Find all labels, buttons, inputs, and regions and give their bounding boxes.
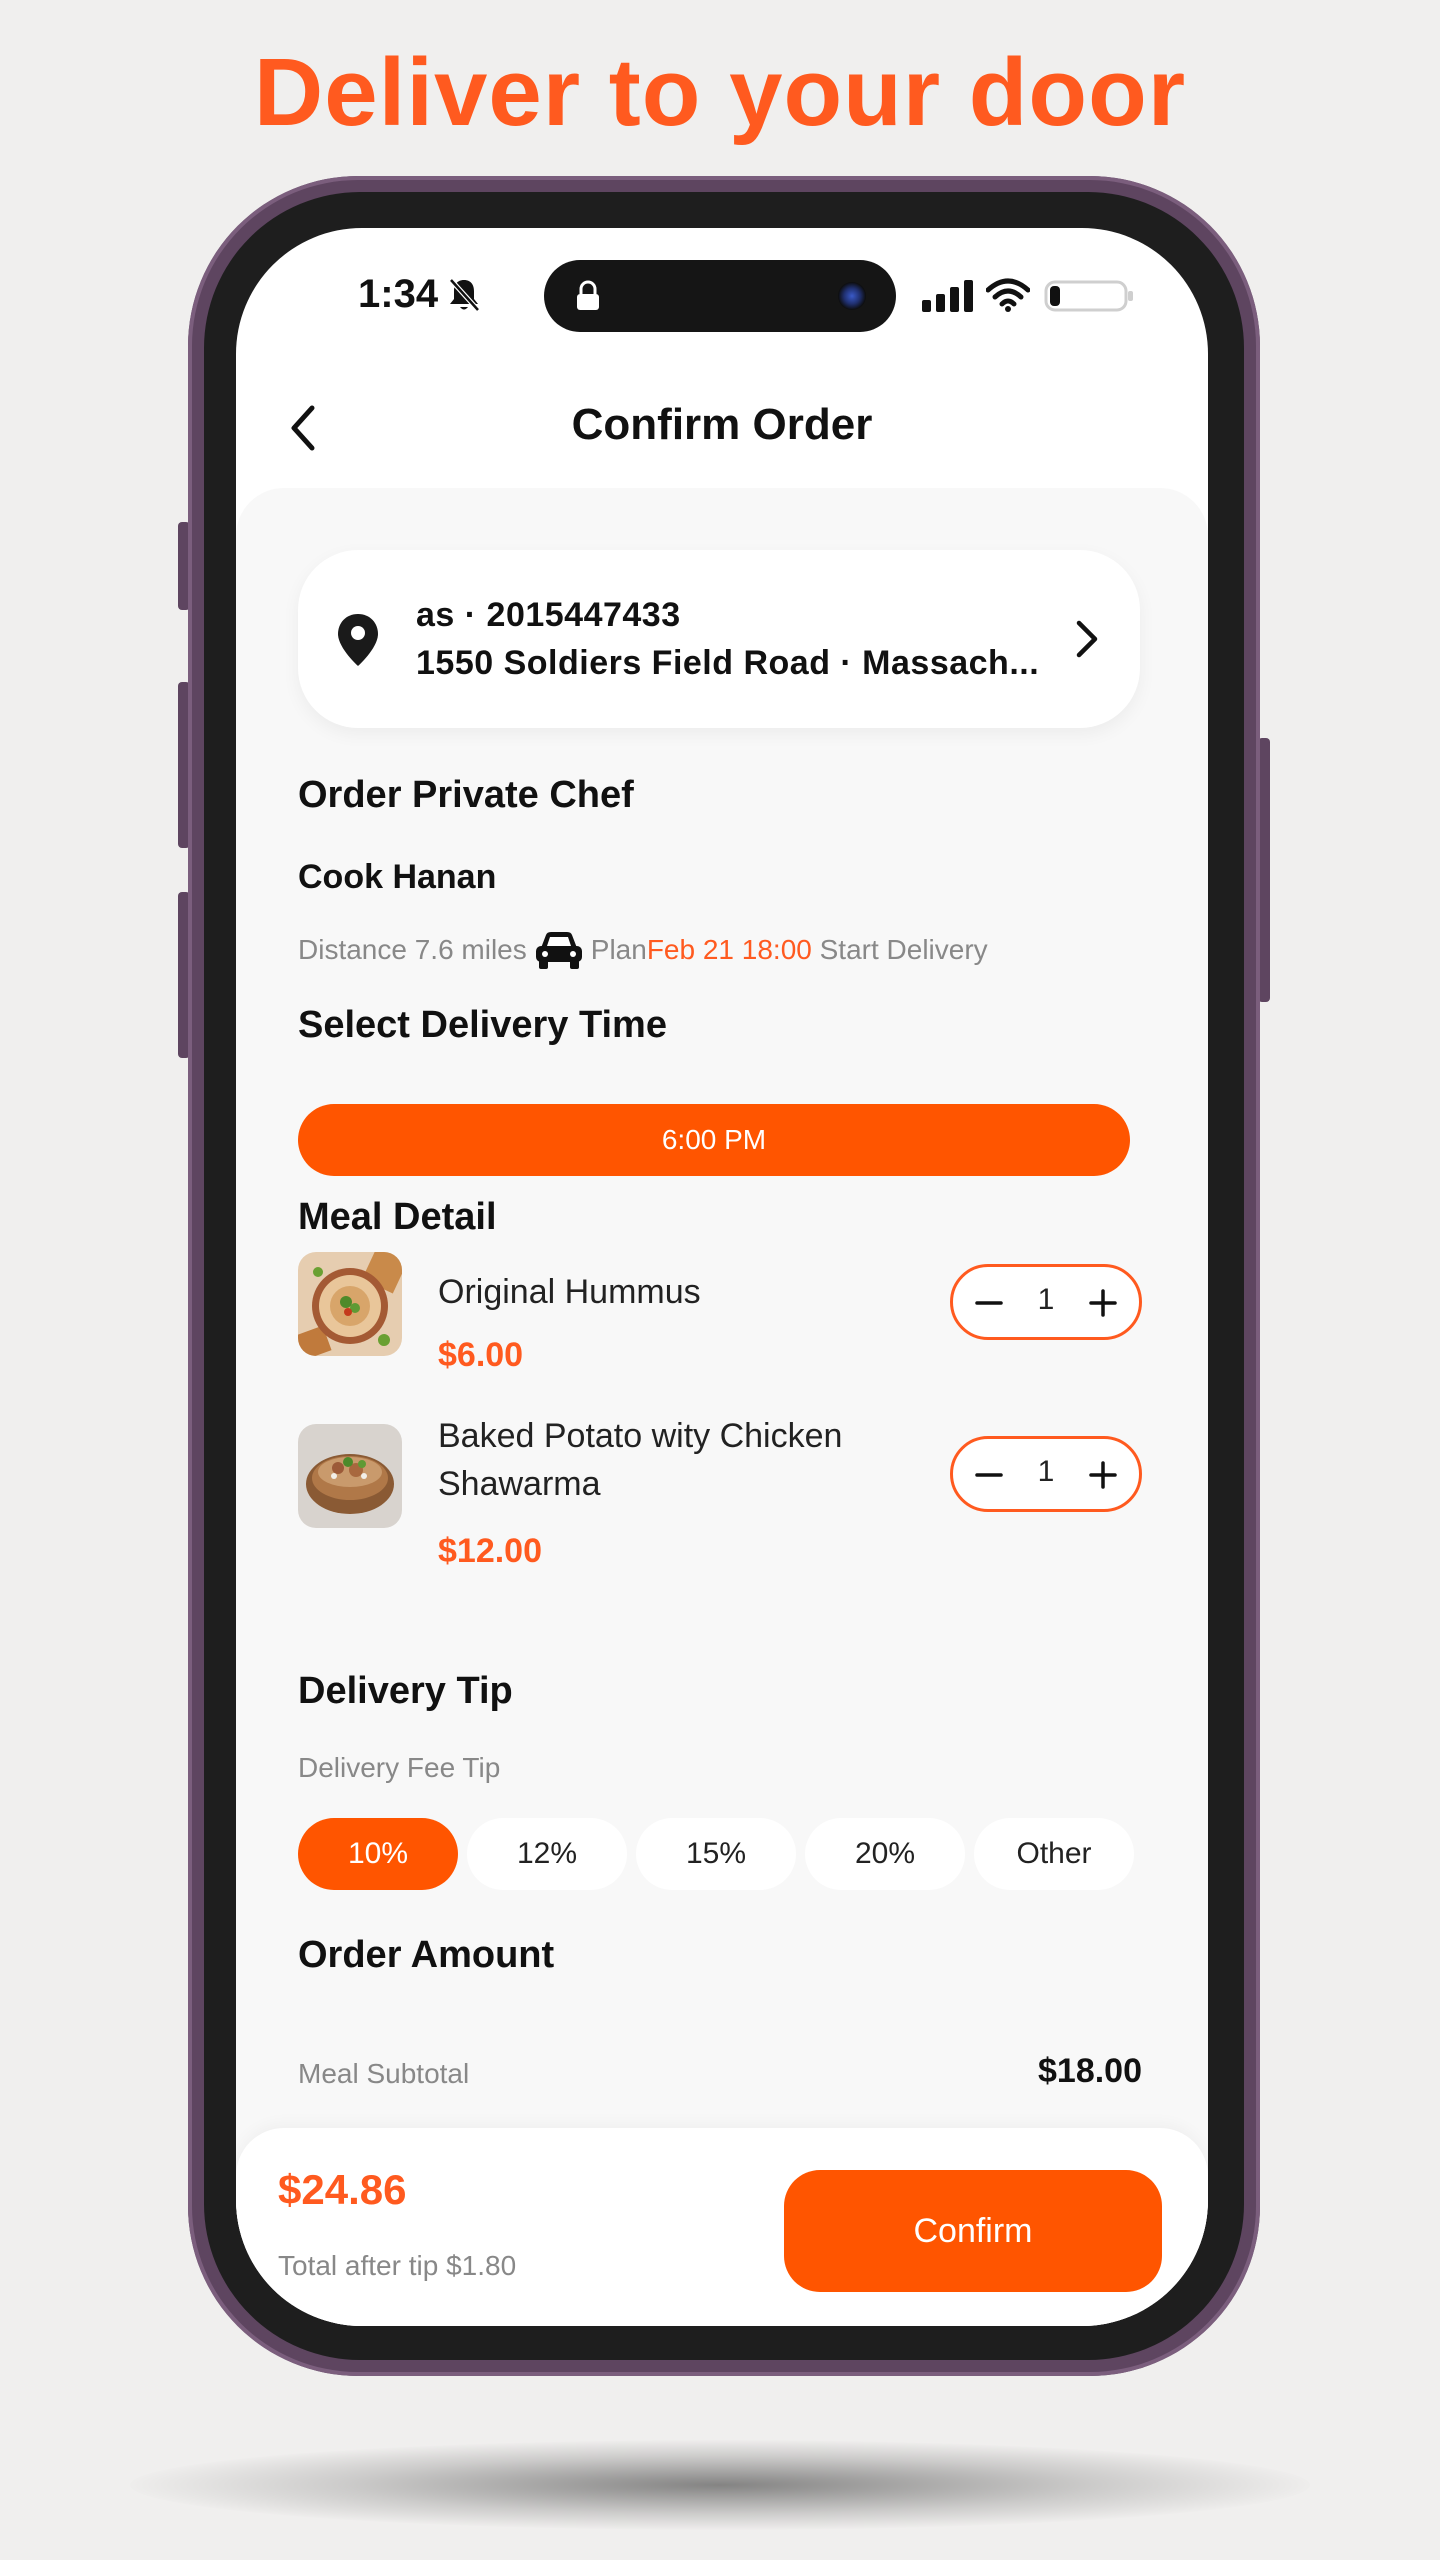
delivery-info-line: Distance 7.6 miles Plan Feb 21 18:00 Star… <box>298 928 988 972</box>
distance-text: Distance 7.6 miles <box>298 934 527 965</box>
status-time: 1:34 <box>358 272 439 316</box>
phone-shadow <box>130 2440 1310 2530</box>
meal-item-price: $12.00 <box>438 1532 542 1570</box>
plus-icon[interactable] <box>1085 1285 1121 1321</box>
plan-time: Feb 21 18:00 <box>646 934 812 965</box>
quantity-stepper: 1 <box>950 1436 1142 1512</box>
total-amount: $24.86 <box>278 2166 407 2213</box>
delivery-tip-subtitle: Delivery Fee Tip <box>298 1752 501 1783</box>
confirm-button[interactable]: Confirm <box>784 2170 1162 2292</box>
hummus-image <box>298 1252 402 1356</box>
wifi-icon <box>986 278 1030 312</box>
meal-detail-heading: Meal Detail <box>298 1196 497 1238</box>
potato-image <box>298 1424 402 1528</box>
address-street: 1550 Soldiers Field Road · Massach... <box>416 644 1040 682</box>
phone-screen: 1:34 Confirm Order as · 2015447433 1550 … <box>236 228 1208 2326</box>
tip-option-12[interactable]: 12% <box>467 1818 627 1890</box>
lock-icon <box>577 280 599 310</box>
meal-item-price: $6.00 <box>438 1336 524 1374</box>
tip-option-20[interactable]: 20% <box>805 1818 965 1890</box>
start-delivery-label: Start Delivery <box>811 934 988 965</box>
address-card[interactable]: as · 2015447433 1550 Soldiers Field Road… <box>298 550 1140 728</box>
meal-subtotal-label: Meal Subtotal <box>298 2058 470 2089</box>
car-icon <box>535 932 582 969</box>
signal-icon <box>922 280 973 312</box>
meal-item-name: Baked Potato wity Chicken Shawarma <box>438 1417 843 1503</box>
quantity-stepper: 1 <box>950 1264 1142 1340</box>
order-amount-heading: Order Amount <box>298 1934 555 1976</box>
meal-subtotal-value: $18.00 <box>1038 2052 1142 2090</box>
promo-headline: Deliver to your door <box>253 39 1187 146</box>
location-pin-icon <box>338 614 378 666</box>
total-note: Total after tip $1.80 <box>278 2250 517 2281</box>
cook-name: Cook Hanan <box>298 858 497 896</box>
order-chef-heading: Order Private Chef <box>298 774 634 816</box>
plus-icon[interactable] <box>1085 1457 1121 1493</box>
address-contact: as · 2015447433 <box>416 596 681 634</box>
tip-option-15[interactable]: 15% <box>636 1818 796 1890</box>
page-title: Confirm Order <box>571 400 873 449</box>
bell-muted-icon <box>449 278 480 312</box>
battery-icon <box>1044 280 1133 312</box>
tip-option-other[interactable]: Other <box>974 1818 1134 1890</box>
chevron-right-icon <box>1076 620 1098 658</box>
order-content: as · 2015447433 1550 Soldiers Field Road… <box>236 488 1208 2326</box>
tip-option-10[interactable]: 10% <box>298 1818 458 1890</box>
delivery-time-button[interactable]: 6:00 PM <box>298 1104 1130 1176</box>
meal-item-name: Original Hummus <box>438 1273 701 1311</box>
delivery-time-heading: Select Delivery Time <box>298 1004 667 1046</box>
camera-icon <box>838 282 866 310</box>
delivery-tip-heading: Delivery Tip <box>298 1670 513 1712</box>
plan-label: Plan <box>590 934 647 965</box>
checkout-footer: $24.86 Total after tip $1.80 Confirm <box>236 2128 1208 2326</box>
dynamic-island <box>544 260 896 332</box>
